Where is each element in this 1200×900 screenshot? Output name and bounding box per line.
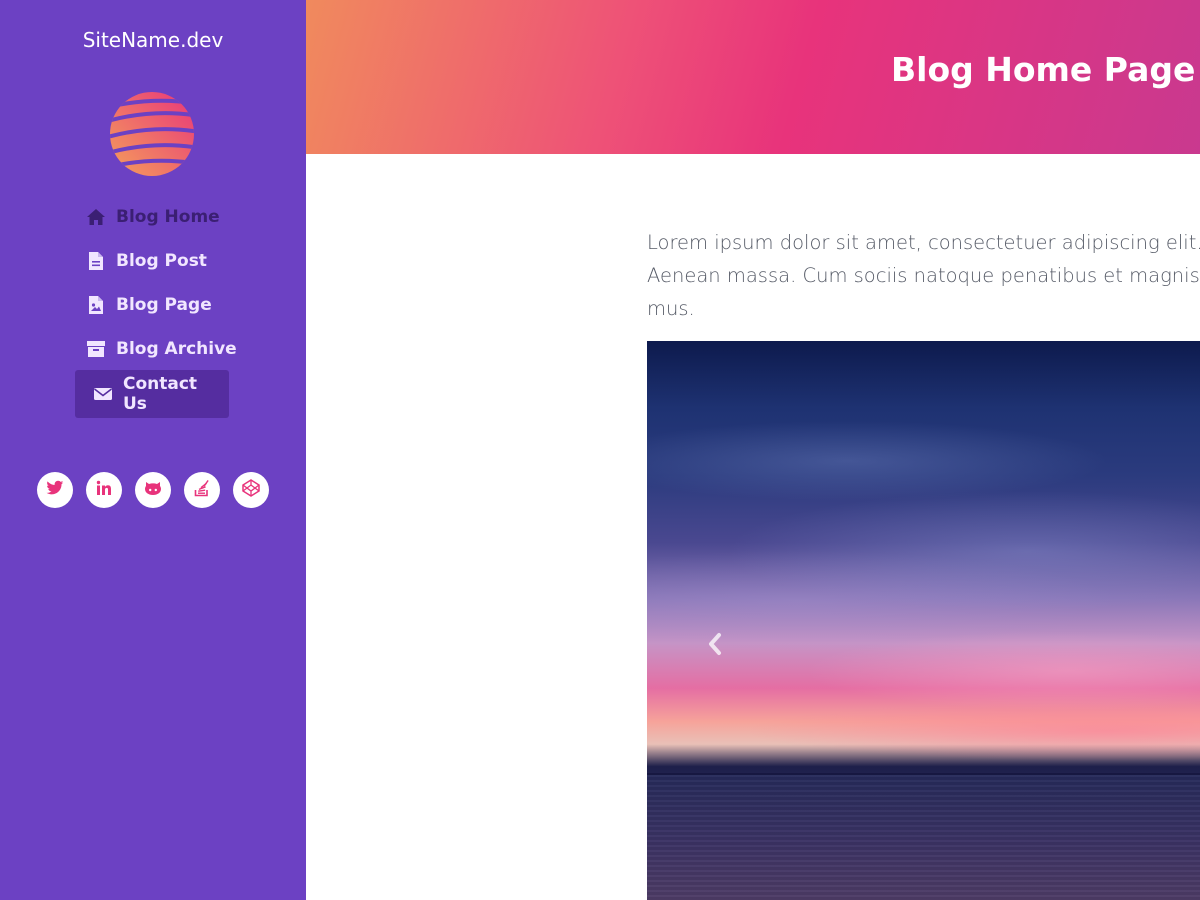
stackoverflow-icon [194, 479, 210, 502]
striped-globe-logo [110, 92, 194, 176]
nav-label: Blog Page [116, 295, 212, 315]
page-header: Blog Home Page H [306, 0, 1200, 154]
intro-line: Aenean massa. Cum sociis natoque penatib… [647, 264, 1200, 287]
stackoverflow-link[interactable] [184, 472, 220, 508]
nav-blog-archive[interactable]: Blog Archive [86, 326, 237, 372]
nav-label: Contact Us [123, 374, 198, 414]
image-file-icon [86, 295, 106, 315]
nav-label: Blog Archive [116, 339, 237, 359]
sidebar: SiteName.dev Blog Home Blog Post Blog Pa… [0, 0, 306, 900]
social-links [37, 472, 269, 508]
page-title: Blog Home Page H [891, 50, 1200, 89]
carousel-prev-button[interactable] [703, 631, 727, 661]
linkedin-icon [96, 480, 112, 501]
intro-paragraph: Lorem ipsum dolor sit amet, consectetuer… [647, 226, 1200, 325]
site-logo[interactable] [108, 90, 196, 178]
twitter-link[interactable] [37, 472, 73, 508]
nav-blog-home[interactable]: Blog Home [86, 194, 220, 240]
intro-line: mus. [647, 297, 695, 320]
home-icon [86, 207, 106, 227]
envelope-icon [93, 384, 113, 404]
chevron-left-icon [707, 632, 723, 661]
sea-image [647, 775, 1200, 900]
intro-line: Lorem ipsum dolor sit amet, consectetuer… [647, 231, 1200, 254]
nav-blog-post[interactable]: Blog Post [86, 238, 207, 284]
main-content: Lorem ipsum dolor sit amet, consectetuer… [306, 154, 1200, 900]
archive-icon [86, 339, 106, 359]
github-icon [144, 480, 162, 501]
nav-blog-page[interactable]: Blog Page [86, 282, 212, 328]
nav-label: Blog Post [116, 251, 207, 271]
github-link[interactable] [135, 472, 171, 508]
nav-contact-us[interactable]: Contact Us [75, 370, 229, 418]
codepen-link[interactable] [233, 472, 269, 508]
nav-label: Blog Home [116, 207, 220, 227]
site-name[interactable]: SiteName.dev [0, 28, 306, 52]
image-carousel[interactable] [647, 341, 1200, 900]
linkedin-link[interactable] [86, 472, 122, 508]
file-icon [86, 251, 106, 271]
codepen-icon [242, 478, 260, 502]
twitter-icon [46, 480, 64, 501]
